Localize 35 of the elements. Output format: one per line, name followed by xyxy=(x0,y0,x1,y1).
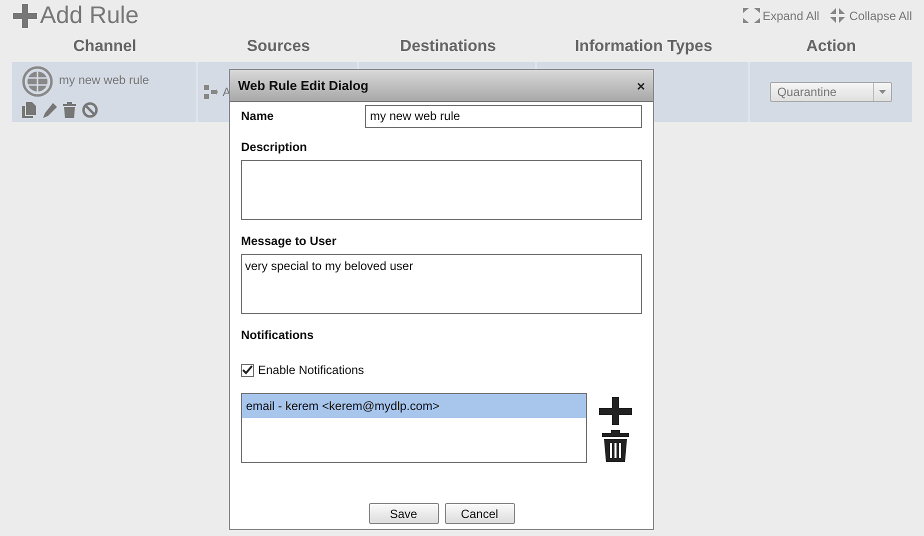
add-rule-link[interactable]: Add Rule xyxy=(40,4,139,28)
section-label: Notifications xyxy=(241,327,315,344)
description-field[interactable] xyxy=(241,160,642,220)
action-dropdown[interactable]: Quarantine xyxy=(770,82,892,102)
dialog-button[interactable]: Cancel xyxy=(444,503,514,524)
collapse-all-link[interactable]: Collapse All xyxy=(849,6,912,24)
rule-name: my new web rule xyxy=(59,72,150,89)
trash-icon[interactable] xyxy=(602,430,629,462)
field-label: Message to User xyxy=(241,233,338,250)
caret-icon xyxy=(879,90,886,94)
column-header: Sources xyxy=(246,36,310,56)
close-button[interactable]: × xyxy=(636,78,645,92)
plus-icon[interactable] xyxy=(599,397,632,425)
collapse-icon[interactable] xyxy=(829,8,846,23)
checkbox-label[interactable]: Enable Notifications xyxy=(258,361,364,379)
expand-all-link[interactable]: Expand All xyxy=(762,6,820,24)
list-item[interactable]: email - kerem <kerem@mydlp.com> xyxy=(242,394,586,418)
expand-icon[interactable] xyxy=(742,8,760,23)
field-label: Description xyxy=(241,139,308,156)
column-header: Channel xyxy=(73,36,136,56)
pencil-icon[interactable] xyxy=(42,102,57,118)
field-label: Name xyxy=(241,108,274,125)
name-field[interactable]: my new web rule xyxy=(365,104,642,128)
flow-icon xyxy=(204,85,218,99)
dialog-title: Web Rule Edit Dialog xyxy=(238,76,368,95)
column-header: Information Types xyxy=(574,36,712,56)
message-field[interactable]: very special to my beloved user xyxy=(241,254,642,314)
column-header: Destinations xyxy=(400,36,496,56)
dialog-button[interactable]: Save xyxy=(368,503,438,524)
copy-icon[interactable] xyxy=(22,102,36,118)
checkbox[interactable] xyxy=(241,364,254,376)
block-icon[interactable] xyxy=(82,102,98,118)
check-icon xyxy=(242,365,253,375)
column-header: Action xyxy=(806,36,856,56)
globe-icon xyxy=(22,66,53,97)
